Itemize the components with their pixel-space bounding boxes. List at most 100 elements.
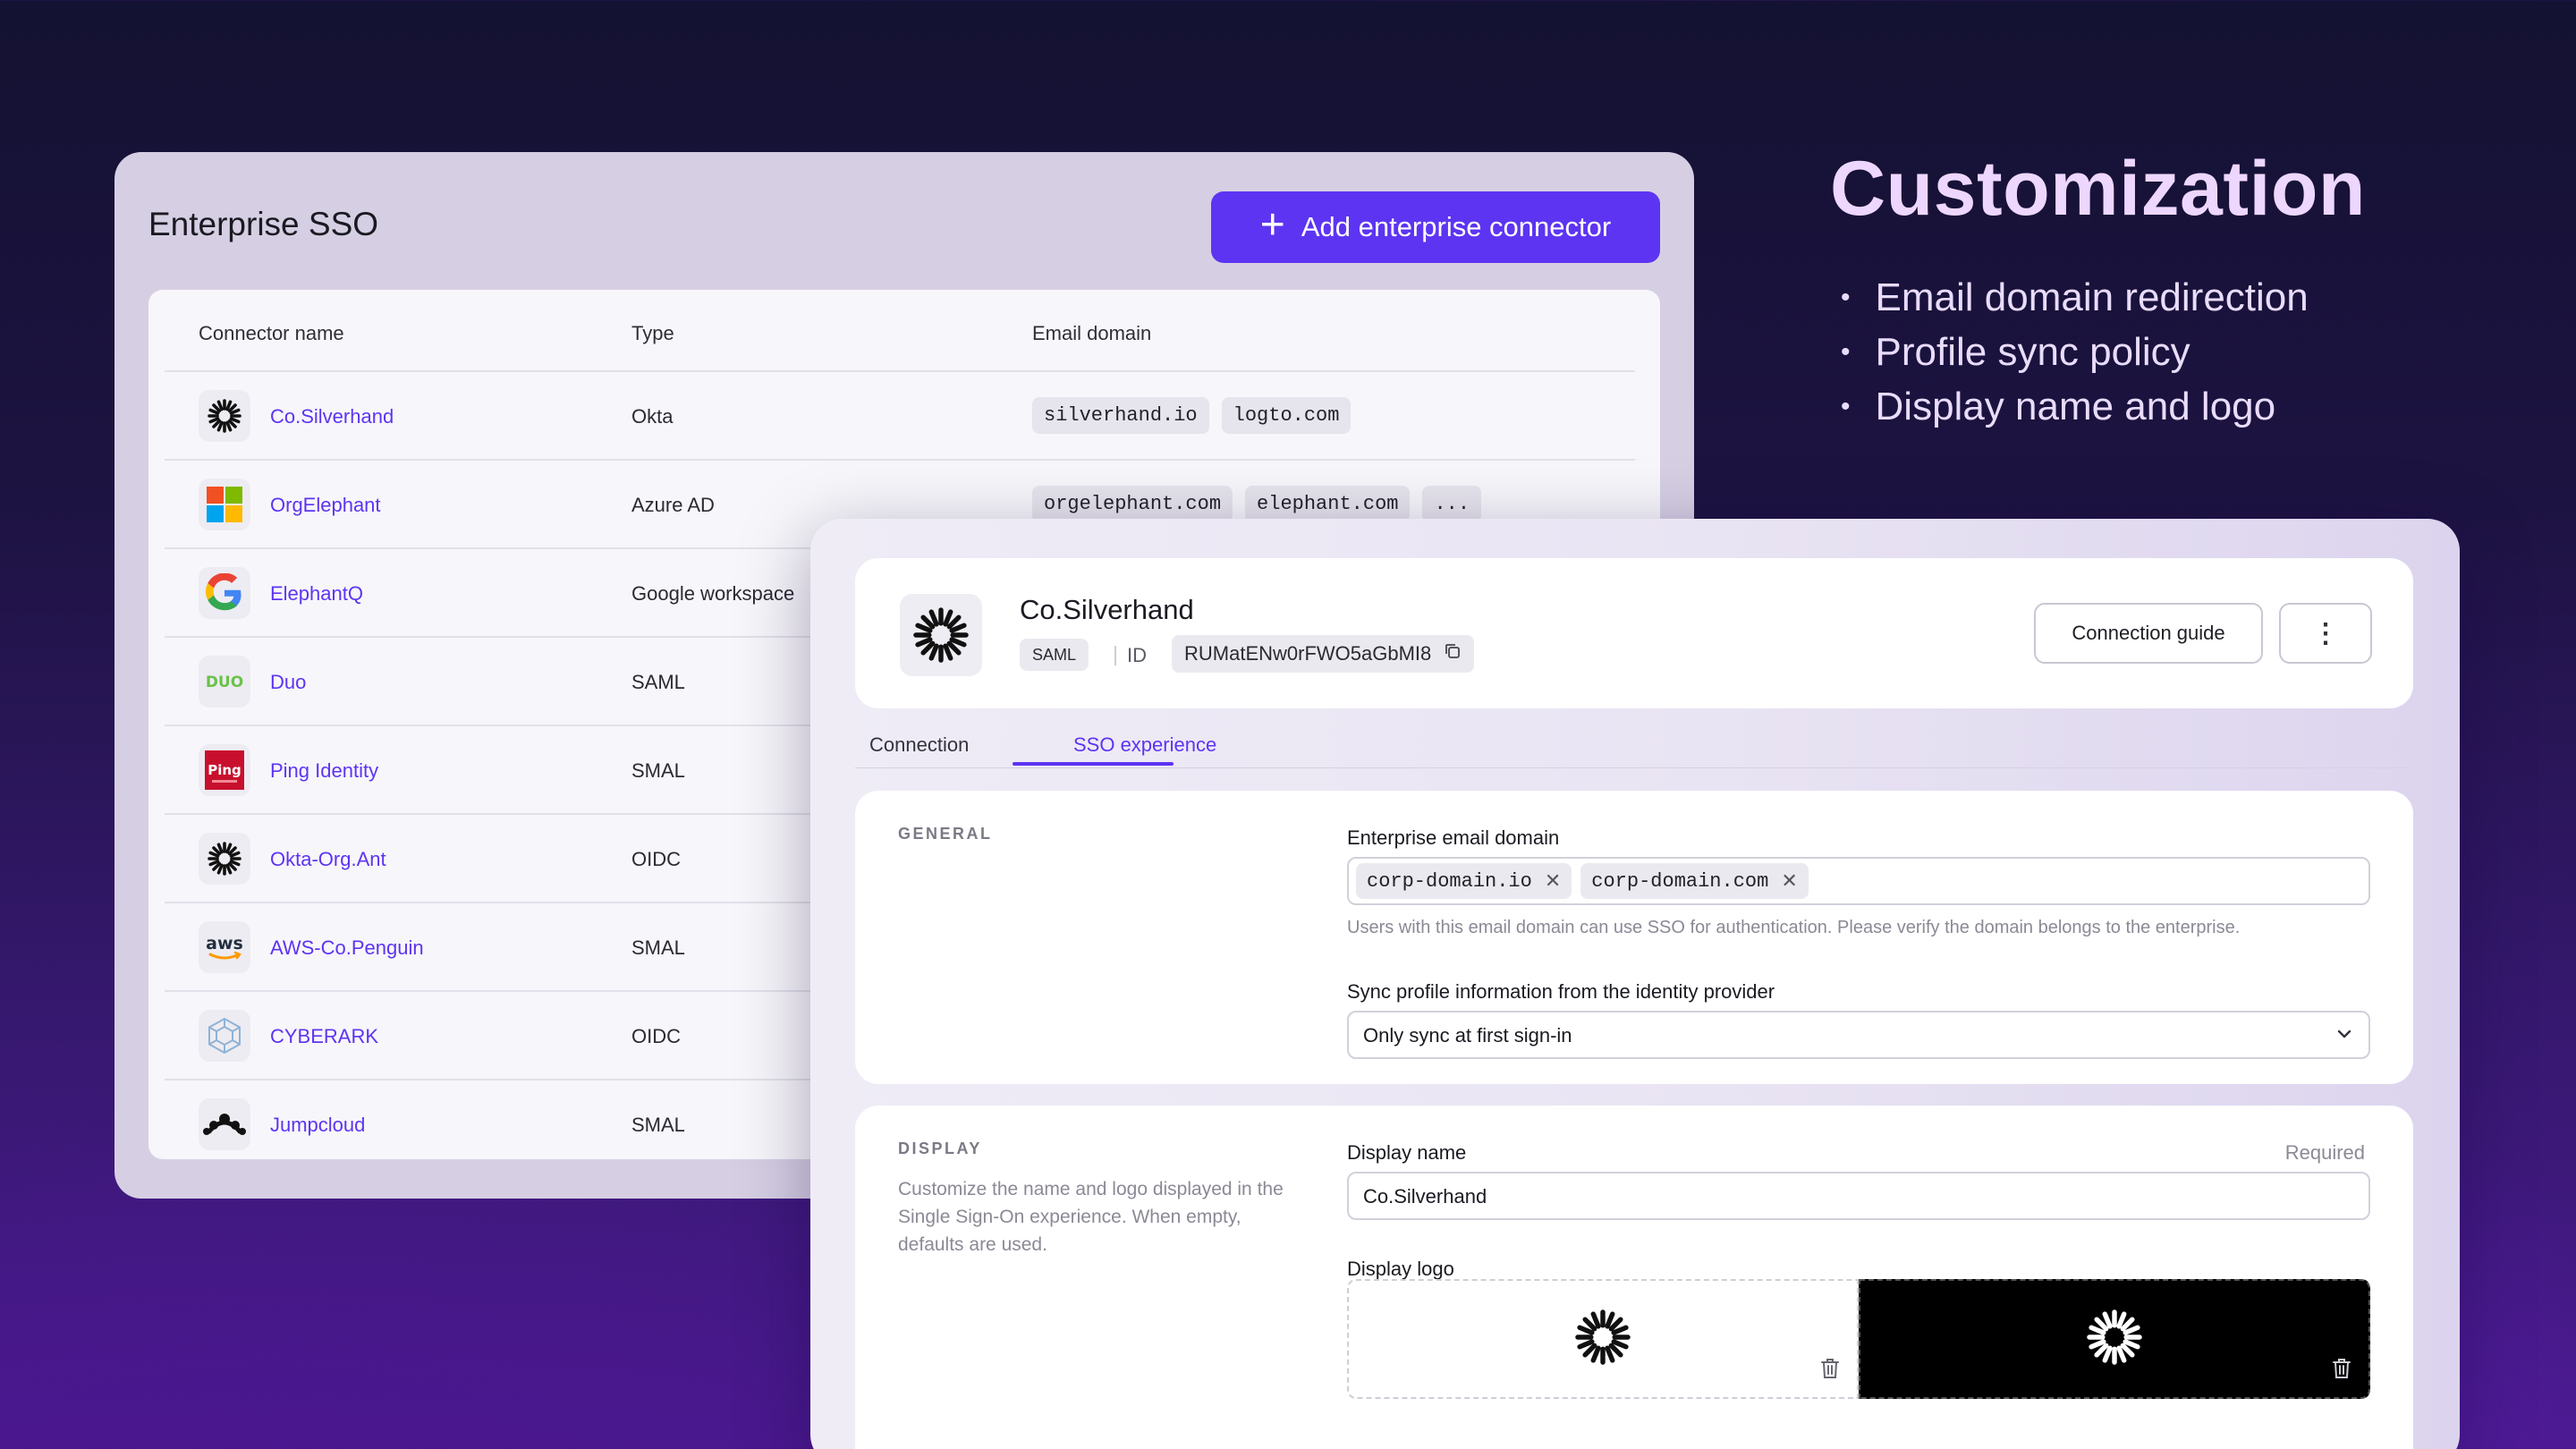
svg-text:aws: aws	[206, 934, 243, 953]
duo-icon: DUO	[199, 656, 250, 708]
email-domain-chip: logto.com	[1221, 397, 1352, 434]
section-label-general: GENERAL	[898, 825, 993, 843]
more-domains-chip[interactable]: ...	[1422, 486, 1482, 522]
add-button-label: Add enterprise connector	[1301, 211, 1612, 242]
connector-type: SMAL	[631, 759, 685, 782]
tabs-divider	[855, 767, 2413, 768]
email-domain-tag-text: corp-domain.io	[1367, 869, 1532, 893]
hero-feature-text: Profile sync policy	[1875, 329, 2190, 374]
connector-name-link[interactable]: CYBERARK	[270, 1025, 378, 1048]
connector-name-link[interactable]: Jumpcloud	[270, 1114, 365, 1137]
email-domain-chip: elephant.com	[1245, 486, 1411, 522]
hero-feature-item: • Display name and logo	[1841, 379, 2309, 434]
connector-type: SMAL	[631, 1114, 685, 1136]
trash-icon[interactable]	[1819, 1357, 1841, 1385]
jumpcloud-icon	[199, 1098, 250, 1150]
plus-icon: +	[1259, 201, 1285, 249]
connector-name-link[interactable]: Okta-Org.Ant	[270, 848, 386, 871]
email-domain-label: Enterprise email domain	[1347, 826, 1560, 849]
sso-page-title: Enterprise SSO	[148, 206, 379, 242]
column-header-type: Type	[631, 322, 674, 344]
display-logo-dark-upload[interactable]	[1859, 1279, 2370, 1399]
email-domain-help-text: Users with this email domain can use SSO…	[1347, 918, 2241, 937]
bullet-icon: •	[1841, 282, 1851, 312]
logo-preview-light	[1573, 1308, 1632, 1371]
okta-icon	[199, 833, 250, 885]
remove-icon[interactable]: ✕	[1781, 870, 1797, 893]
chevron-down-icon	[2334, 1021, 2354, 1053]
connector-name-link[interactable]: ElephantQ	[270, 582, 363, 606]
connector-detail-name: Co.Silverhand	[1020, 594, 1194, 625]
cyberark-icon	[199, 1010, 250, 1062]
bullet-icon: •	[1841, 391, 1851, 421]
email-domain-chips: silverhand.io logto.com	[1032, 397, 1352, 434]
connector-type: Azure AD	[631, 494, 715, 516]
hero-feature-text: Display name and logo	[1875, 384, 2276, 428]
email-domain-chip: silverhand.io	[1032, 397, 1209, 434]
svg-text:DUO: DUO	[206, 674, 243, 691]
sync-profile-label: Sync profile information from the identi…	[1347, 980, 1775, 1003]
id-label: ID	[1127, 644, 1147, 666]
required-indicator: Required	[2284, 1141, 2365, 1164]
connector-type: OIDC	[631, 848, 681, 870]
email-domain-chip: orgelephant.com	[1032, 486, 1233, 522]
connector-id-copy[interactable]: RUMatENw0rFWO5aGbMI8	[1172, 635, 1475, 673]
connector-type: OIDC	[631, 1025, 681, 1047]
display-name-input[interactable]: Co.Silverhand	[1347, 1172, 2370, 1220]
google-icon	[199, 567, 250, 619]
add-enterprise-connector-button[interactable]: + Add enterprise connector	[1211, 191, 1660, 263]
connector-name-link[interactable]: Co.Silverhand	[270, 405, 394, 428]
connector-name-link[interactable]: Ping Identity	[270, 759, 378, 783]
connection-guide-button[interactable]: Connection guide	[2034, 603, 2263, 664]
display-section-description: Customize the name and logo displayed in…	[898, 1179, 1284, 1255]
display-name-label: Display name	[1347, 1141, 1467, 1164]
email-domain-chips: orgelephant.com elephant.com ...	[1032, 486, 1482, 522]
email-domain-tag: corp-domain.com ✕	[1580, 863, 1809, 899]
remove-icon[interactable]: ✕	[1545, 870, 1561, 893]
connector-detail-panel: Co.Silverhand SAML ID RUMatENw0rFWO5aGbM…	[810, 519, 2460, 1449]
column-header-email-domain: Email domain	[1032, 322, 1152, 344]
sync-profile-selected-value: Only sync at first sign-in	[1363, 1024, 1572, 1046]
okta-icon	[900, 594, 982, 676]
connector-type: Okta	[631, 405, 674, 428]
connector-detail-header: Co.Silverhand SAML ID RUMatENw0rFWO5aGbM…	[855, 558, 2413, 708]
logo-preview-dark	[2085, 1308, 2144, 1371]
section-label-display: DISPLAY	[898, 1140, 982, 1157]
connector-name-link[interactable]: Duo	[270, 671, 306, 694]
more-options-button[interactable]: ⋮	[2279, 603, 2372, 664]
connector-type: SAML	[631, 671, 685, 693]
aws-icon: aws	[199, 921, 250, 973]
column-header-name: Connector name	[199, 322, 344, 344]
connector-name-link[interactable]: AWS-Co.Penguin	[270, 936, 424, 960]
tab-connection[interactable]: Connection	[869, 733, 969, 757]
microsoft-icon	[199, 479, 250, 530]
hero-title: Customization	[1830, 146, 2366, 232]
trash-icon[interactable]	[2331, 1357, 2352, 1385]
connector-type: Google workspace	[631, 582, 795, 605]
active-tab-indicator	[1013, 762, 1174, 766]
display-logo-light-upload[interactable]	[1347, 1279, 1859, 1399]
hero-feature-item: • Profile sync policy	[1841, 325, 2309, 379]
email-domain-tag: corp-domain.io ✕	[1356, 863, 1572, 899]
display-section: DISPLAY Customize the name and logo disp…	[855, 1106, 2413, 1449]
more-vertical-icon: ⋮	[2312, 618, 2339, 648]
okta-icon	[199, 390, 250, 442]
tab-sso-experience[interactable]: SSO experience	[1073, 733, 1216, 757]
ping-identity-icon: Ping	[199, 744, 250, 796]
display-name-value: Co.Silverhand	[1363, 1185, 1487, 1208]
display-logo-label: Display logo	[1347, 1258, 1454, 1280]
svg-text:Ping: Ping	[208, 762, 242, 778]
email-domain-input[interactable]: corp-domain.io ✕ corp-domain.com ✕	[1347, 857, 2370, 905]
bullet-icon: •	[1841, 336, 1851, 367]
hero-feature-text: Email domain redirection	[1875, 275, 2309, 319]
hero-feature-list: • Email domain redirection • Profile sync …	[1841, 270, 2309, 434]
divider	[1114, 646, 1116, 665]
protocol-badge: SAML	[1020, 639, 1089, 671]
copy-icon[interactable]	[1444, 642, 1462, 665]
sync-profile-select[interactable]: Only sync at first sign-in	[1347, 1011, 2370, 1059]
connector-name-link[interactable]: OrgElephant	[270, 494, 381, 517]
connector-type: SMAL	[631, 936, 685, 959]
general-section: GENERAL Enterprise email domain corp-dom…	[855, 791, 2413, 1084]
hero-feature-item: • Email domain redirection	[1841, 270, 2309, 325]
table-row[interactable]: Co.Silverhand Okta silverhand.io logto.c…	[165, 372, 1635, 461]
